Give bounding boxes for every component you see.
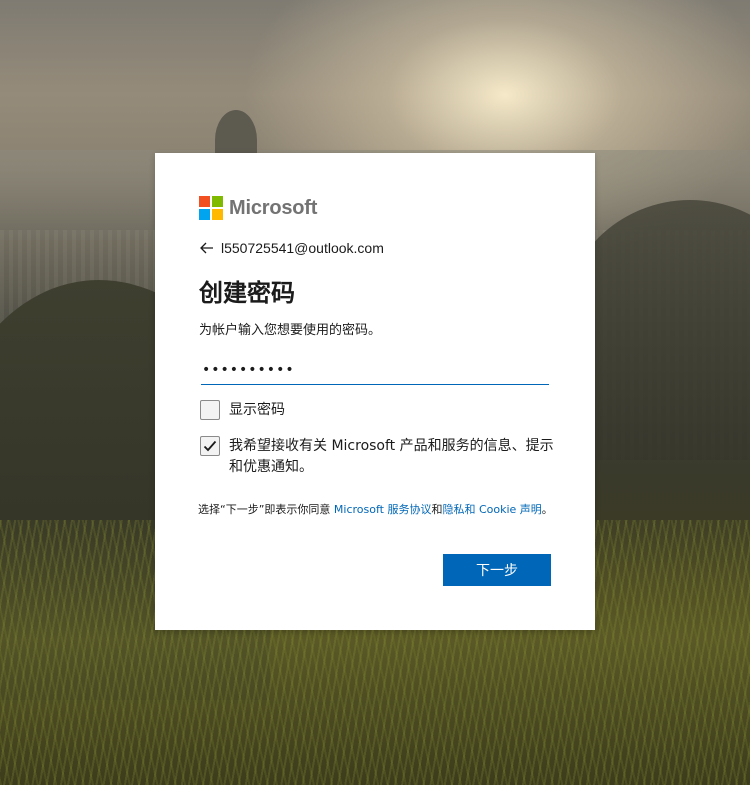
- service-agreement-link[interactable]: Microsoft 服务协议: [334, 503, 432, 516]
- show-password-label: 显示密码: [229, 402, 285, 418]
- privacy-cookie-link[interactable]: 隐私和 Cookie 声明: [442, 503, 541, 516]
- signup-card: Microsoft l550725541@outlook.com 创建密码 为帐…: [155, 153, 595, 630]
- terms-prefix: 选择“下一步”即表示你同意: [198, 503, 334, 516]
- logo-square-yellow: [212, 209, 223, 220]
- marketing-option[interactable]: 我希望接收有关 Microsoft 产品和服务的信息、提示和优惠通知。: [200, 436, 560, 478]
- terms-conjunction: 和: [431, 503, 443, 516]
- terms-notice: 选择“下一步”即表示你同意 Microsoft 服务协议和隐私和 Cookie …: [198, 502, 553, 518]
- page-title: 创建密码: [199, 279, 295, 307]
- show-password-checkbox[interactable]: [200, 400, 220, 420]
- logo-square-blue: [199, 209, 210, 220]
- checkmark-icon: [203, 440, 217, 452]
- identity-banner: l550725541@outlook.com: [199, 240, 384, 256]
- marketing-checkbox[interactable]: [200, 436, 220, 456]
- page-description: 为帐户输入您想要使用的密码。: [199, 323, 382, 338]
- logo-square-green: [212, 196, 223, 207]
- microsoft-logo-icon: [199, 196, 223, 220]
- marketing-label: 我希望接收有关 Microsoft 产品和服务的信息、提示和优惠通知。: [229, 438, 554, 475]
- microsoft-logo: Microsoft: [199, 196, 317, 220]
- logo-square-red: [199, 196, 210, 207]
- password-field-container: [201, 355, 549, 385]
- microsoft-wordmark: Microsoft: [229, 196, 318, 219]
- arrow-left-icon[interactable]: [199, 240, 215, 256]
- password-input[interactable]: [201, 355, 549, 384]
- next-button[interactable]: 下一步: [443, 554, 551, 586]
- account-email: l550725541@outlook.com: [221, 240, 384, 256]
- show-password-option[interactable]: 显示密码: [200, 400, 285, 421]
- terms-suffix: 。: [541, 503, 553, 516]
